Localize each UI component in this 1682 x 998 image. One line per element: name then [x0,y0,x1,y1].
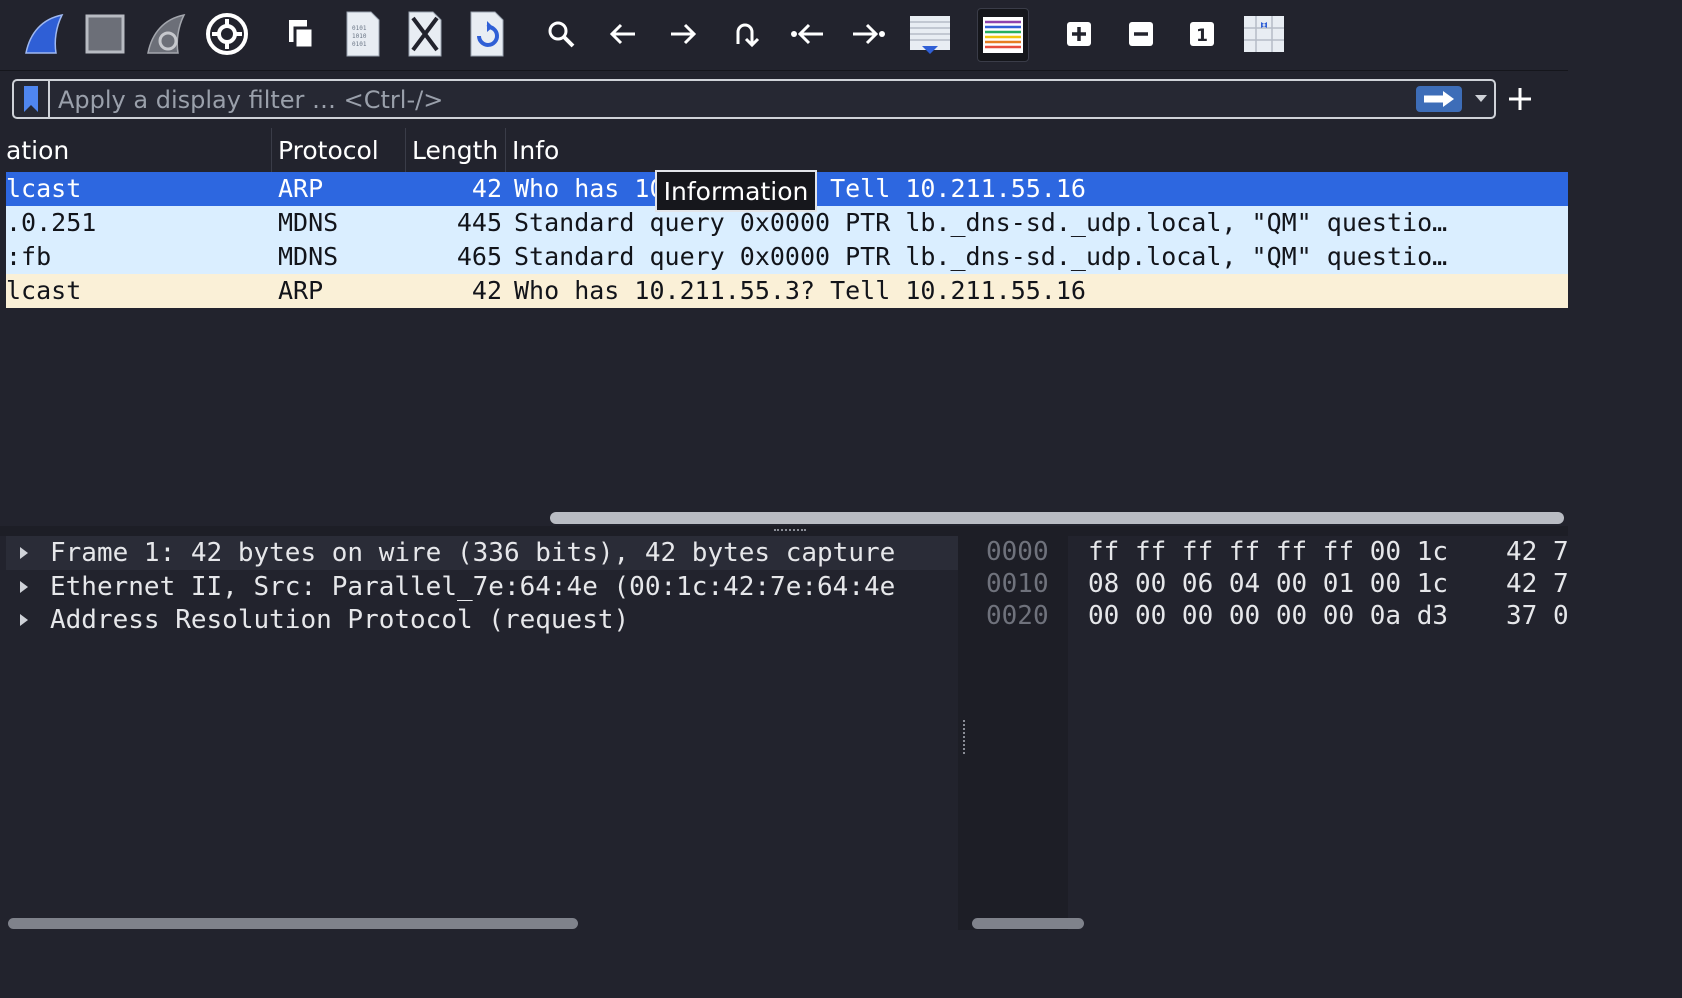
zoom-in-icon[interactable] [1054,8,1104,60]
save-file-icon[interactable]: 0101 1010 0101 [338,8,388,60]
bytes-row[interactable]: 0010 08 00 06 04 00 01 00 1c 42 7 [970,568,1568,600]
cell-destination: lcast [6,174,82,203]
filter-bookmark-icon[interactable] [14,81,50,117]
cell-length: 42 [471,174,502,203]
capture-options-icon[interactable] [202,8,252,60]
cell-protocol: ARP [278,276,324,305]
bytes-row[interactable]: 0000 ff ff ff ff ff ff 00 1c 42 7 [970,536,1568,568]
byte-hex-cont: 42 7 [1506,569,1568,599]
byte-offset: 0020 [986,601,1049,631]
apply-filter-icon[interactable] [1416,86,1462,112]
resize-columns-icon[interactable] [1239,8,1289,60]
cell-destination: :fb [6,242,52,271]
expand-arrow-icon[interactable] [20,547,28,559]
go-first-packet-icon[interactable] [782,8,832,60]
cell-protocol: MDNS [278,208,339,237]
go-last-packet-icon[interactable] [844,8,894,60]
svg-text:0101: 0101 [352,41,367,48]
tree-item-frame[interactable]: Frame 1: 42 bytes on wire (336 bits), 42… [6,536,958,570]
add-filter-button-plus-icon[interactable] [1504,82,1536,116]
column-header-destination[interactable]: ation [6,128,272,172]
cell-length: 42 [471,276,502,305]
cell-protocol: ARP [278,174,324,203]
cell-length: 465 [456,242,502,271]
svg-text:1010: 1010 [352,33,367,40]
restart-capture-icon[interactable] [140,8,190,60]
byte-hex-cont: 37 0 [1506,601,1568,631]
packet-details-tree: Frame 1: 42 bytes on wire (336 bits), 42… [6,536,958,930]
packet-row[interactable]: lcast ARP 42 Who has 10.211.55.3? Tell 1… [6,274,1568,308]
tree-item-ethernet[interactable]: Ethernet II, Src: Parallel_7e:64:4e (00:… [6,570,958,604]
byte-hex-cont: 42 7 [1506,537,1568,567]
byte-offset: 0000 [986,537,1049,567]
packet-row[interactable]: :fb MDNS 465 Standard query 0x0000 PTR l… [6,240,1568,274]
normal-size-icon[interactable]: 1 [1177,8,1227,60]
colorize-icon[interactable] [977,8,1029,62]
byte-hex: 08 00 06 04 00 01 00 1c [1088,569,1449,599]
svg-text:0101: 0101 [352,25,367,32]
byte-hex: ff ff ff ff ff ff 00 1c [1088,537,1449,567]
svg-text:1: 1 [1196,26,1208,46]
column-header-protocol[interactable]: Protocol [272,128,406,172]
bytes-horizontal-scrollbar[interactable] [972,918,1084,929]
details-horizontal-scrollbar[interactable] [8,918,578,929]
start-capture-icon[interactable] [18,8,68,60]
splitter-grip-icon [963,720,968,754]
close-file-icon[interactable] [400,8,450,60]
go-back-icon[interactable] [598,8,648,60]
open-file-icon[interactable] [276,8,326,60]
reload-file-icon[interactable] [462,8,512,60]
cell-info: Who has 10.211.55.3? Tell 10.211.55.16 [514,276,1086,305]
auto-scroll-icon[interactable] [905,8,955,60]
expand-arrow-icon[interactable] [20,581,28,593]
main-toolbar: 0101 1010 0101 1 [0,0,1568,71]
tree-item-arp[interactable]: Address Resolution Protocol (request) [6,603,958,637]
filter-history-chevron-down-icon[interactable] [1470,84,1492,114]
go-to-packet-icon[interactable] [720,8,770,60]
go-forward-icon[interactable] [658,8,708,60]
find-packet-icon[interactable] [536,8,586,60]
packet-list-horizontal-scrollbar[interactable] [550,512,1564,524]
stop-capture-icon[interactable] [80,8,130,60]
packet-bytes-pane: 0000 ff ff ff ff ff ff 00 1c 42 7 0010 0… [970,536,1568,930]
cell-destination: lcast [6,276,82,305]
column-tooltip: Information [655,170,817,212]
cell-protocol: MDNS [278,242,339,271]
cell-length: 445 [456,208,502,237]
display-filter-input[interactable] [56,82,1400,118]
byte-offset: 0010 [986,569,1049,599]
display-filter-bar [12,79,1496,119]
column-header-info[interactable]: Info [506,128,1568,172]
bytes-row[interactable]: 0020 00 00 00 00 00 00 0a d3 37 0 [970,600,1568,632]
cell-info: Standard query 0x0000 PTR lb._dns-sd._ud… [514,242,1448,271]
column-header-length[interactable]: Length [406,128,506,172]
expand-arrow-icon[interactable] [20,614,28,626]
splitter-grip-icon [774,529,806,535]
byte-hex: 00 00 00 00 00 00 0a d3 [1088,601,1449,631]
zoom-out-icon[interactable] [1116,8,1166,60]
cell-destination: .0.251 [6,208,97,237]
